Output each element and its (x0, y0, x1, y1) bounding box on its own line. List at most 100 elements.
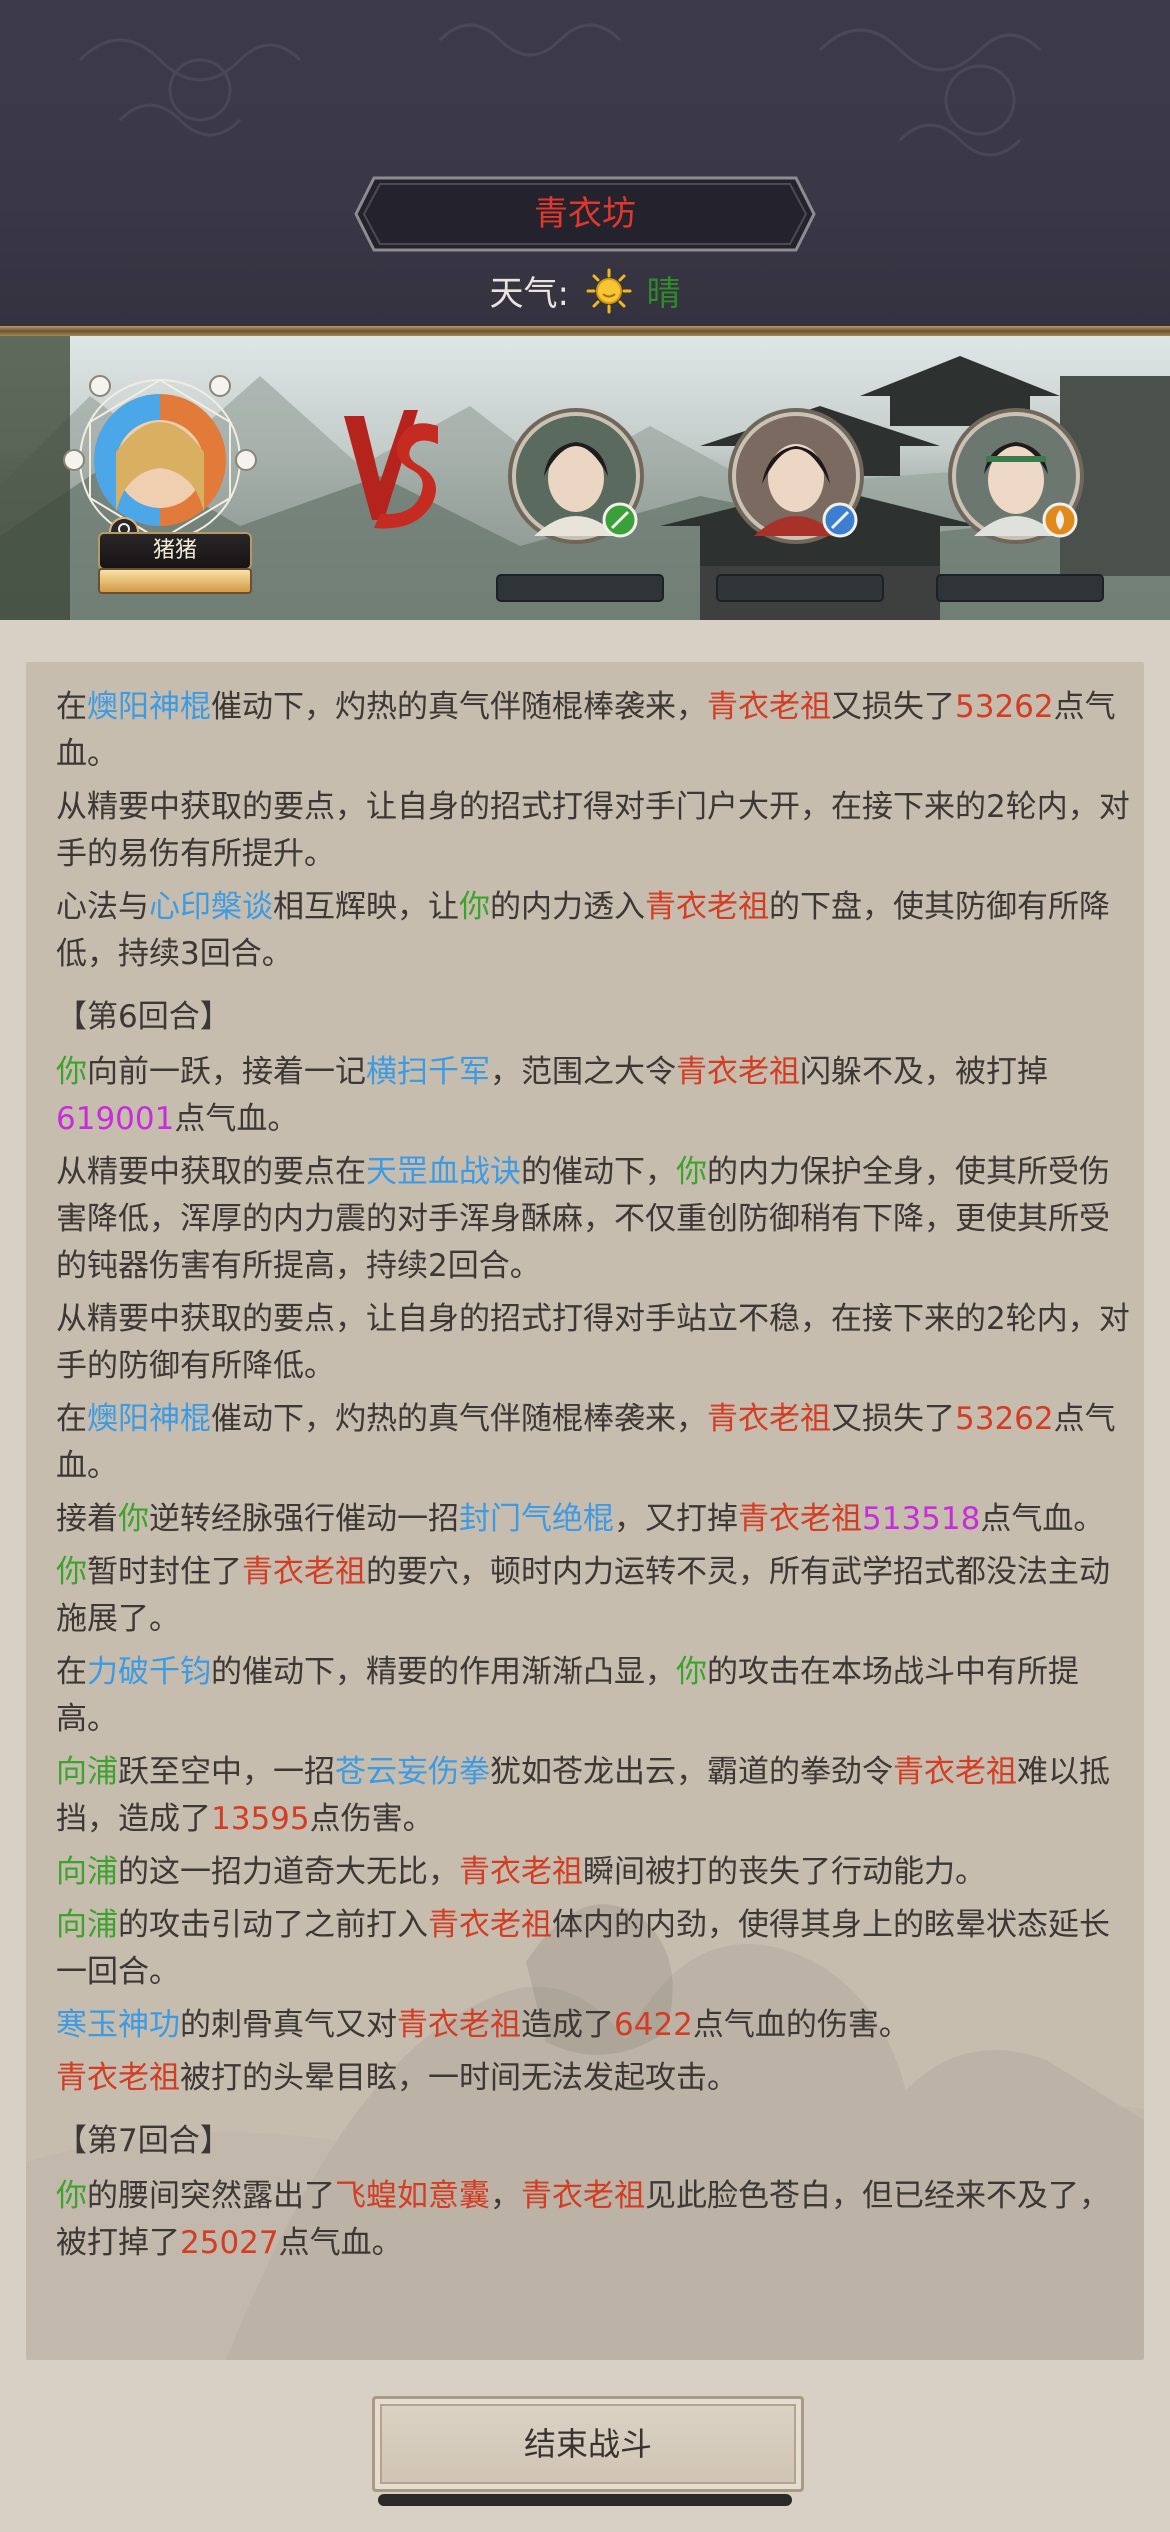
vs-emblem-icon (344, 410, 438, 529)
log-highlight: 你 (56, 1554, 87, 1590)
log-highlight: 青衣老祖 (738, 1501, 862, 1537)
log-entry: 你向前一跃，接着一记横扫千军，范围之大令青衣老祖闪躲不及，被打掉 619001点气… (56, 1049, 1136, 1143)
log-entry: 在力破千钧的催动下，精要的作用渐渐凸显，你的攻击在本场战斗中有所提高。 (56, 1649, 1136, 1743)
log-highlight: 横扫千军 (366, 1054, 490, 1090)
log-text: ，范围之大令 (490, 1054, 676, 1090)
log-text: 催动下，灼热的真气伴随棍棒袭来， (211, 1401, 707, 1437)
weather-label: 天气: (489, 274, 569, 314)
log-text: 在 (56, 1654, 87, 1690)
log-text: 的这一招力道奇大无比， (118, 1854, 459, 1890)
battle-log-panel[interactable]: 在燠阳神棍催动下，灼热的真气伴随棍棒袭来，青衣老祖又损失了53262点气血。 从精… (26, 662, 1144, 2360)
log-text: 点气血。 (278, 2225, 403, 2261)
log-highlight: 力破千钧 (87, 1654, 211, 1690)
round-header: 【第6回合】 (56, 994, 1136, 1041)
log-text: 点气血。 (980, 1501, 1105, 1537)
log-text: 造成了 (521, 2007, 614, 2043)
log-highlight: 513518 (862, 1501, 981, 1537)
log-highlight: 向浦 (56, 1854, 118, 1890)
log-text: 的刺骨真气又对 (180, 2007, 397, 2043)
log-text: 心法与 (56, 889, 149, 925)
enemy-portrait-2[interactable] (724, 406, 874, 556)
log-text: 【第7回合】 (56, 2123, 231, 2159)
log-entry: 你暂时封住了青衣老祖的要穴，顿时内力运转不灵，所有武学招式都没法主动施展了。 (56, 1549, 1136, 1643)
log-highlight: 寒玉神功 (56, 2007, 180, 2043)
log-text: 瞬间被打的丧失了行动能力。 (583, 1854, 986, 1890)
log-highlight: 燠阳神棍 (87, 1401, 211, 1437)
log-highlight: 青衣老祖 (242, 1554, 366, 1590)
log-text: 从精要中获取的要点，让自身的招式打得对手站立不稳，在接下来的2轮内，对手的防御有… (56, 1301, 1130, 1384)
enemy-portrait-3[interactable] (944, 406, 1094, 556)
log-text: 点气血。 (174, 1101, 299, 1137)
log-text: 从精要中获取的要点，让自身的招式打得对手门户大开，在接下来的2轮内，对手的易伤有… (56, 789, 1130, 872)
log-text: 向前一跃，接着一记 (87, 1054, 366, 1090)
log-text: 被打的头晕目眩，一时间无法发起攻击。 (180, 2060, 738, 2096)
log-highlight: 53262 (955, 1401, 1054, 1437)
log-text: 跃至空中，一招 (118, 1754, 335, 1790)
log-text: 闪躲不及，被打掉 (800, 1054, 1048, 1090)
log-text: 【第6回合】 (56, 999, 231, 1035)
log-highlight: 25027 (180, 2225, 279, 2261)
log-highlight: 6422 (614, 2007, 693, 2043)
log-highlight: 青衣老祖 (521, 2178, 645, 2214)
log-highlight: 封门气绝棍 (459, 1501, 614, 1537)
log-highlight: 你 (676, 1654, 707, 1690)
log-highlight: 青衣老祖 (707, 1401, 831, 1437)
enemy-portrait-1[interactable] (504, 406, 654, 556)
battle-log-text: 在燠阳神棍催动下，灼热的真气伴随棍棒袭来，青衣老祖又损失了53262点气血。 从精… (56, 684, 1136, 2273)
log-text: 点气血的伤害。 (692, 2007, 910, 2043)
log-entry: 从精要中获取的要点，让自身的招式打得对手站立不稳，在接下来的2轮内，对手的防御有… (56, 1296, 1136, 1390)
location-title: 青衣坊 (534, 194, 636, 234)
log-text: 在 (56, 689, 87, 725)
log-highlight: 青衣老祖 (645, 889, 769, 925)
log-entry: 青衣老祖被打的头晕目眩，一时间无法发起攻击。 (56, 2055, 1136, 2102)
log-text: 接着 (56, 1501, 118, 1537)
log-entry: 从精要中获取的要点，让自身的招式打得对手门户大开，在接下来的2轮内，对手的易伤有… (56, 784, 1136, 878)
player-name-plate: 猪猪 (98, 532, 252, 570)
log-highlight: 你 (56, 2178, 87, 2214)
log-highlight: 向浦 (56, 1907, 118, 1943)
log-highlight: 向浦 (56, 1754, 118, 1790)
weather-value: 晴 (646, 274, 681, 314)
log-text: 犹如苍龙出云，霸道的拳劲令 (490, 1754, 893, 1790)
log-text: 相互辉映，让 (273, 889, 459, 925)
log-highlight: 青衣老祖 (676, 1054, 800, 1090)
log-text: 的催动下，精要的作用渐渐凸显， (211, 1654, 676, 1690)
enemy-health-bar-1 (496, 574, 664, 602)
log-highlight: 619001 (56, 1101, 175, 1137)
log-highlight: 青衣老祖 (893, 1754, 1017, 1790)
log-highlight: 天罡血战诀 (366, 1154, 521, 1190)
log-highlight: 你 (459, 889, 490, 925)
log-text: 催动下，灼热的真气伴随棍棒袭来， (211, 689, 707, 725)
log-text: 又损失了 (831, 689, 955, 725)
battle-scene: 猪猪 (0, 336, 1170, 620)
log-highlight: 燠阳神棍 (87, 689, 211, 725)
log-highlight: 青衣老祖 (459, 1854, 583, 1890)
log-text: 的催动下， (521, 1154, 676, 1190)
log-highlight: 青衣老祖 (707, 689, 831, 725)
log-entry: 在燠阳神棍催动下，灼热的真气伴随棍棒袭来，青衣老祖又损失了53262点气血。 (56, 1396, 1136, 1490)
log-text: 点伤害。 (309, 1801, 434, 1837)
player-health-fill (100, 570, 250, 592)
log-highlight: 飞蝗如意囊 (335, 2178, 490, 2214)
home-indicator[interactable] (378, 2494, 792, 2506)
round-header: 【第7回合】 (56, 2118, 1136, 2165)
log-text: ，又打掉 (614, 1501, 738, 1537)
log-highlight: 你 (676, 1154, 707, 1190)
log-highlight: 苍云妄伤拳 (335, 1754, 490, 1790)
log-entry: 向浦跃至空中，一招苍云妄伤拳犹如苍龙出云，霸道的拳劲令青衣老祖难以抵挡，造成了1… (56, 1749, 1136, 1843)
location-header: 青衣坊 天气: 晴 (0, 0, 1170, 328)
log-text: 暂时封住了 (87, 1554, 242, 1590)
sun-icon (586, 268, 632, 313)
log-highlight: 青衣老祖 (397, 2007, 521, 2043)
log-highlight: 13595 (211, 1801, 310, 1837)
header-divider (0, 326, 1170, 336)
log-text: 从精要中获取的要点在 (56, 1154, 366, 1190)
log-text: 又损失了 (831, 1401, 955, 1437)
log-text: 的攻击引动了之前打入 (118, 1907, 428, 1943)
end-battle-button[interactable]: 结束战斗 (372, 2396, 804, 2492)
log-text: ， (490, 2178, 521, 2214)
log-entry: 寒玉神功的刺骨真气又对青衣老祖造成了6422点气血的伤害。 (56, 2002, 1136, 2049)
log-entry: 向浦的这一招力道奇大无比，青衣老祖瞬间被打的丧失了行动能力。 (56, 1849, 1136, 1896)
log-highlight: 青衣老祖 (428, 1907, 552, 1943)
log-entry: 向浦的攻击引动了之前打入青衣老祖体内的内劲，使得其身上的眩晕状态延长一回合。 (56, 1902, 1136, 1996)
